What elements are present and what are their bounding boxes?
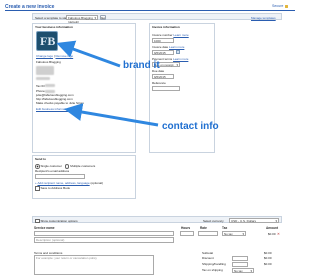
discount-input[interactable] [232, 255, 248, 261]
col-rate: Rate [200, 226, 207, 230]
totals-block: Subtotal $0.00 Discount $0.00 Shipping/h… [200, 251, 282, 277]
service-name-input[interactable] [34, 231, 174, 236]
tax-select[interactable]: No tax ▾ [222, 231, 246, 236]
discount-label: Discount [202, 256, 214, 260]
item-amount: $0.00 [268, 232, 276, 236]
shipping-label: Shipping/handling [202, 262, 226, 266]
annotation-brand: brand it [123, 60, 160, 71]
brand-arrow [56, 40, 121, 68]
contact-arrow [64, 103, 159, 127]
tax-shipping-label: Tax on shipping [202, 268, 223, 272]
shipping-input[interactable] [232, 261, 248, 267]
discount-value: $0.00 [264, 256, 272, 260]
annotation-contact: contact info [162, 121, 219, 132]
col-service-name: Service name [34, 226, 55, 230]
subtotal-value: $0.00 [264, 251, 272, 255]
col-tax: Tax [222, 226, 228, 230]
checkbox-icon [35, 218, 40, 224]
tax-select-value: No tax [224, 232, 233, 236]
rate-input[interactable] [198, 231, 218, 236]
subtotal-label: Subtotal [202, 251, 214, 255]
terms-textarea[interactable]: For example: your return or cancelation … [34, 255, 154, 275]
tax-shipping-select[interactable]: No tax ▾ [232, 267, 254, 273]
col-amount: Amount [266, 226, 279, 230]
shipping-value: $0.00 [264, 262, 272, 266]
item-row: No tax ▾ $0.00 Description (optional) ✕ [32, 231, 282, 246]
customization-bar: Show customization options Select curren… [32, 216, 282, 224]
chevron-down-icon: ▾ [250, 268, 252, 273]
description-placeholder: Description (optional) [36, 238, 65, 242]
currency-value: USD - U.S. Dollars [231, 218, 257, 223]
description-input[interactable]: Description (optional) [34, 237, 174, 243]
delete-row-icon[interactable]: ✕ [277, 232, 280, 236]
chevron-down-icon: ▾ [242, 232, 244, 236]
terms-placeholder: For example: your return or cancelation … [36, 256, 97, 260]
customize-label: Show customization options [40, 218, 78, 223]
col-hours: Hours [181, 226, 191, 230]
customize-toggle[interactable]: Show customization options [35, 218, 78, 224]
currency-select[interactable]: USD - U.S. Dollars ▾ [229, 217, 279, 223]
chevron-down-icon: ▾ [275, 218, 277, 223]
tax-shipping-value: No tax [234, 268, 243, 273]
hours-input[interactable] [180, 231, 194, 236]
currency-label: Select currency [203, 218, 224, 223]
